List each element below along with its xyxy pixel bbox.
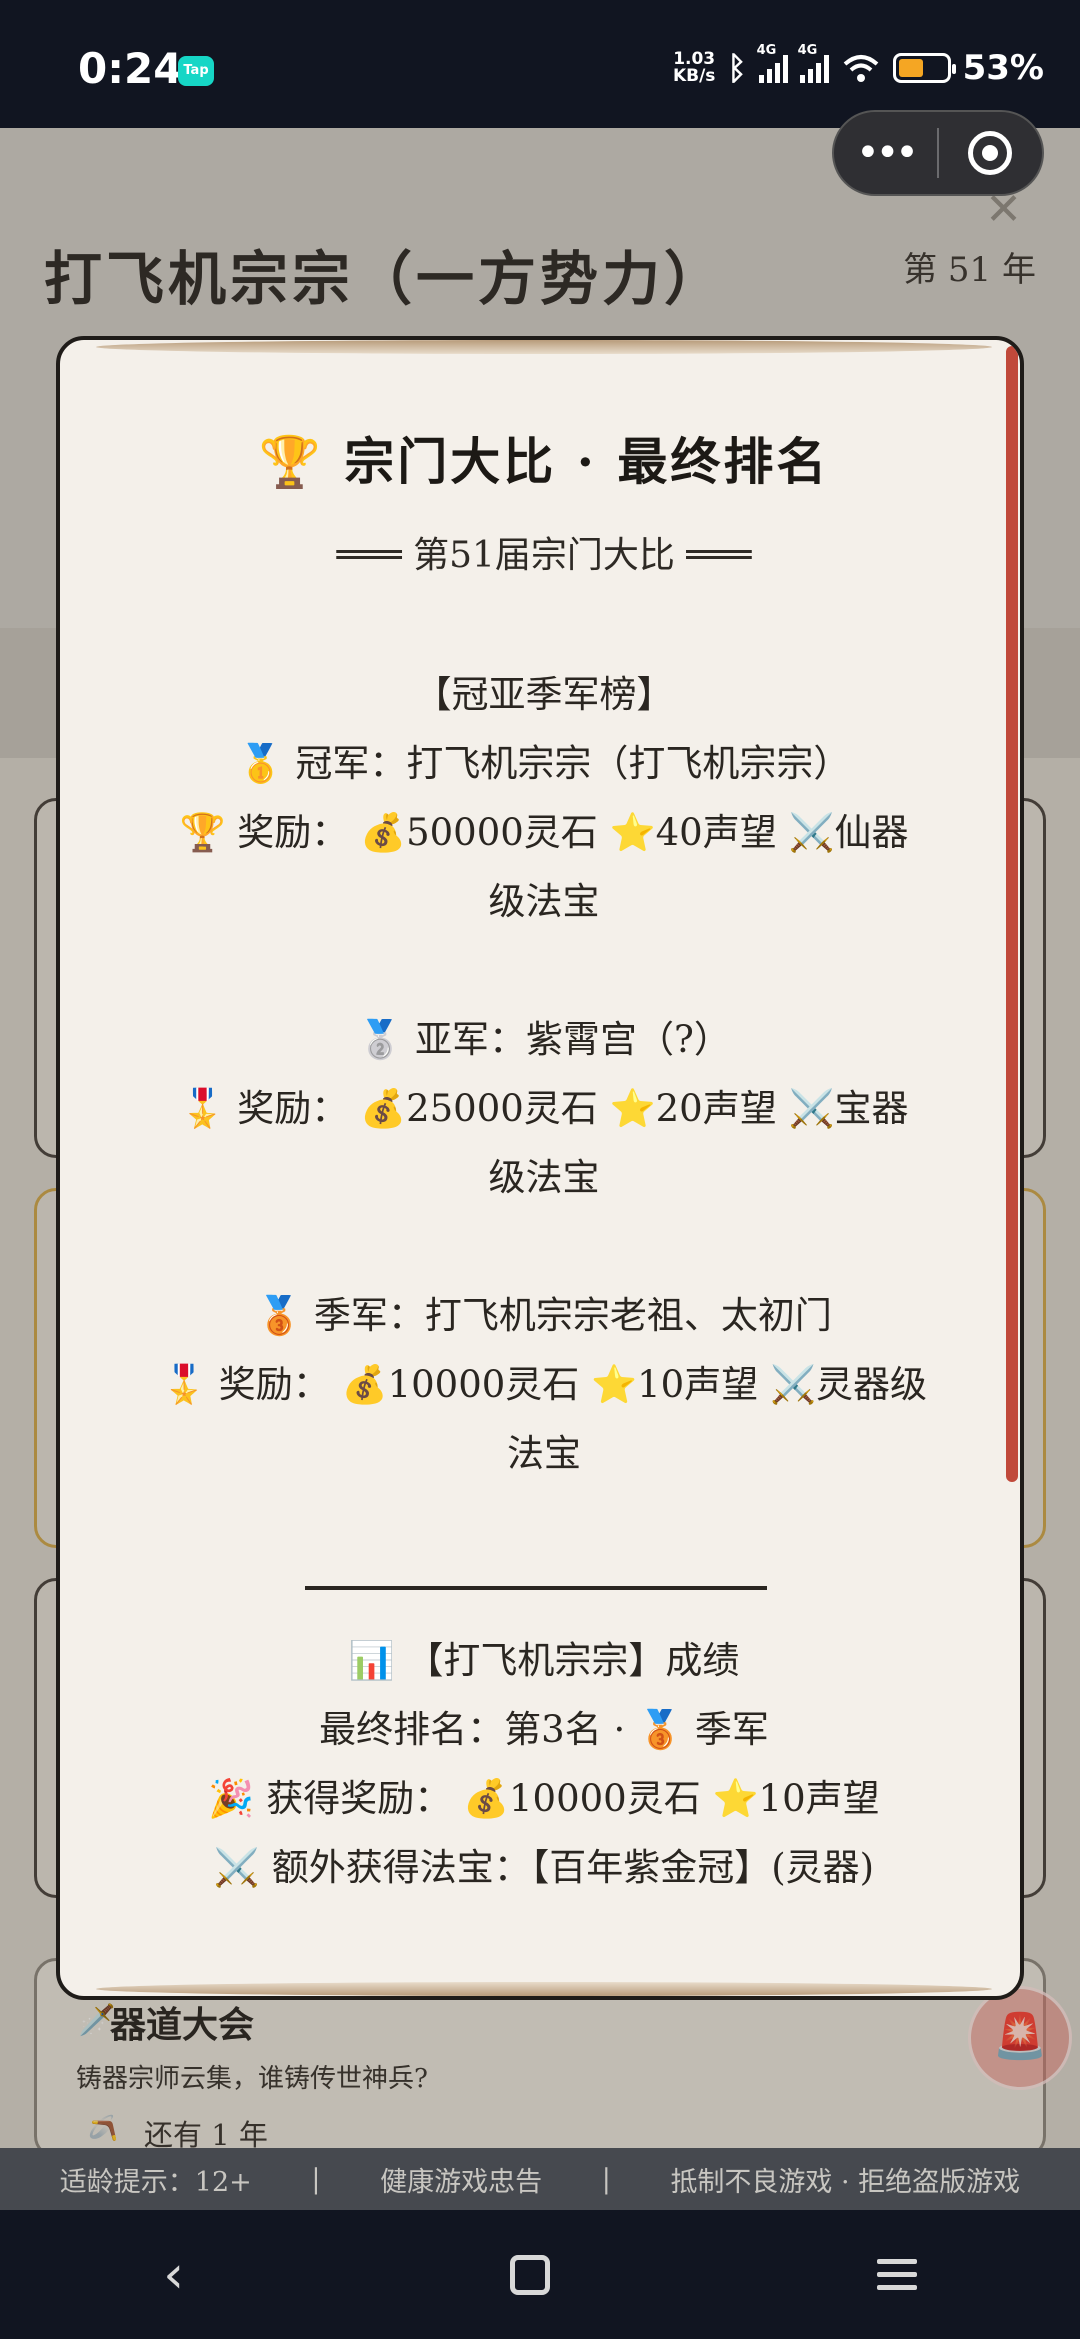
podium-header: 【冠亚季军榜】 [414,673,674,716]
divider [305,1586,767,1590]
status-time: 0:24 [78,44,183,93]
battery-icon [892,53,956,83]
extra-treasure-line: ⚔️ 额外获得法宝：【百年紫金冠】(灵器) [213,1846,875,1889]
system-nav-bar: ‹ [0,2210,1080,2339]
status-bar: 0:24 Tap 1.03 KB/s ᛒ 4G 4G 53% [0,0,1080,128]
runner-up-line: 🥈 亚军：紫霄宫（?） [357,1018,731,1061]
modal-title: 🏆 宗门大比 · 最终排名 [258,432,830,491]
menu-icon[interactable] [876,2259,917,2290]
scroll-rod-top [96,340,992,354]
result-header: 📊 【打飞机宗宗】成绩 [348,1639,740,1682]
network-speed: 1.03 KB/s [672,49,716,86]
tap-app-icon: Tap [178,56,214,86]
more-dots-icon[interactable]: ••• [834,130,937,176]
final-rank-line: 最终排名：第3名 · 🥉 季军 [319,1708,769,1751]
age-rating: 适龄提示：12+ [59,2166,252,2198]
modal-subtitle: ═══ 第51届宗门大比 ═══ [336,535,752,576]
anti-piracy-notice: 抵制不良游戏 · 拒绝盗版游戏 [670,2166,1021,2198]
champion-reward-line: 🏆 奖励： 💰50000灵石 ⭐40声望 ⚔️仙器 [179,811,909,854]
home-icon[interactable] [510,2254,551,2295]
runner-up-reward-line: 🎖️ 奖励： 💰25000灵石 ⭐20声望 ⚔️宝器 [179,1087,909,1130]
signal-2-icon: 4G [798,43,829,83]
champion-reward-line-2: 级法宝 [488,880,600,923]
mini-program-capsule: ••• [832,110,1044,196]
gained-reward-line: 🎉 获得奖励： 💰10000灵石 ⭐10声望 [208,1777,880,1820]
battery-percent: 53% [962,48,1044,88]
third-place-line: 🥉 季军：打飞机宗宗老祖、太初门 [256,1294,832,1337]
footer-notice: 适龄提示：12+ | 健康游戏忠告 | 抵制不良游戏 · 拒绝盗版游戏 [0,2148,1080,2210]
footer-separator: | [601,2163,611,2195]
scroll-rod-bottom [96,1982,992,1996]
champion-line: 🥇 冠军：打飞机宗宗（打飞机宗宗） [237,742,851,785]
back-icon[interactable]: ‹ [163,2245,184,2305]
third-place-reward-line: 🎖️ 奖励： 💰10000灵石 ⭐10声望 ⚔️灵器级 [160,1363,928,1406]
ranking-modal: 🏆 宗门大比 · 最终排名 ═══ 第51届宗门大比 ═══ 【冠亚季军榜】 🥇… [56,336,1024,2000]
target-icon[interactable] [939,131,1042,175]
footer-separator: | [311,2163,321,2195]
status-icons: 1.03 KB/s ᛒ 4G 4G 53% [672,43,1044,88]
runner-up-reward-line-2: 级法宝 [488,1156,600,1199]
third-place-reward-line-2: 法宝 [507,1432,581,1475]
signal-1-icon: 4G [757,43,788,83]
wifi-icon [843,55,878,82]
bluetooth-icon: ᛒ [727,49,747,87]
health-advice: 健康游戏忠告 [380,2166,543,2198]
